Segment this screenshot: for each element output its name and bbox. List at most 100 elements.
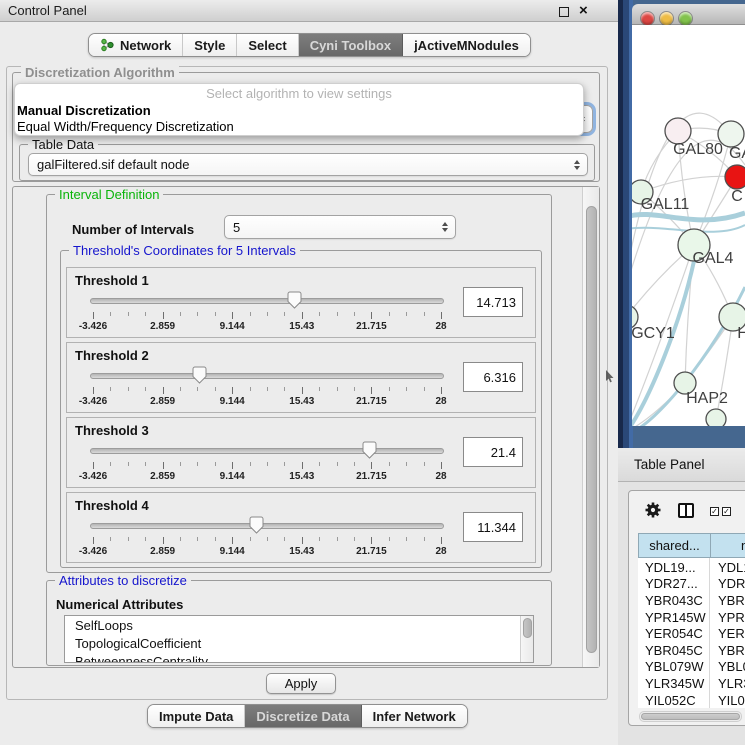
tab-select[interactable]: Select [236, 34, 297, 56]
tick [180, 537, 181, 541]
tick [93, 537, 94, 544]
tick [145, 312, 146, 316]
slider-thumb[interactable] [192, 366, 207, 387]
dropdown-option-manual-discretization[interactable]: Manual Discretization [15, 103, 583, 119]
tick [284, 462, 285, 466]
tick [389, 537, 390, 541]
number-of-intervals-select[interactable]: 5 [224, 215, 456, 239]
tab-network[interactable]: Network [89, 34, 182, 56]
slider-thumb[interactable] [362, 441, 377, 462]
threshold-coordinates-title: Threshold's Coordinates for 5 Intervals [69, 243, 300, 258]
tick [441, 462, 442, 469]
table-row-ypr145w[interactable]: YPR145WYPR1 [638, 609, 745, 626]
column-visibility-checkboxes-icon[interactable]: ✓✓ [710, 507, 731, 516]
split-columns-icon[interactable] [678, 503, 694, 518]
network-node-c[interactable] [725, 165, 745, 189]
float-window-icon[interactable] [559, 7, 569, 17]
attribute-item-betweennesscentrality[interactable]: BetweennessCentrality [65, 652, 533, 663]
table-row-ybr045c[interactable]: YBR045CYBR0 [638, 642, 745, 659]
table-hscrollbar[interactable] [639, 711, 742, 722]
tick [441, 537, 442, 544]
tick [406, 537, 407, 541]
threshold-value-field[interactable]: 21.4 [463, 437, 523, 467]
tick [284, 387, 285, 391]
combo-arrows-icon [574, 160, 580, 170]
tab-cyni-toolbox[interactable]: Cyni Toolbox [298, 34, 402, 56]
network-window-titlebar[interactable] [632, 4, 745, 25]
dropdown-options: Manual DiscretizationEqual Width/Frequen… [15, 103, 583, 135]
node-label-hap2: HAP2 [686, 390, 728, 407]
table-data-group: Table Data galFiltered.sif default node [19, 144, 595, 181]
tick [406, 387, 407, 391]
table-hscrollbar-thumb[interactable] [641, 713, 740, 720]
tick [354, 387, 355, 391]
table-row-ybl079w[interactable]: YBL079WYBL0 [638, 659, 745, 676]
tick [250, 462, 251, 466]
tick [302, 387, 303, 394]
tick-label: 9.144 [220, 321, 245, 332]
cell-shared-name: YDR27... [638, 576, 710, 591]
attributes-scrollbar[interactable] [520, 616, 533, 662]
tick [424, 387, 425, 391]
dropdown-option-equal-width-frequency-discretization[interactable]: Equal Width/Frequency Discretization [15, 119, 583, 135]
gear-icon[interactable] [644, 501, 662, 519]
column-header-shared-name[interactable]: shared... [638, 533, 711, 558]
tick [215, 387, 216, 391]
mac-zoom-icon[interactable] [679, 12, 692, 25]
table-row-ydl19-[interactable]: YDL19...YDL1 [638, 559, 745, 576]
table-row-yer054c[interactable]: YER054CYER0 [638, 625, 745, 642]
tab-infer-network[interactable]: Infer Network [361, 705, 467, 727]
slider-thumb[interactable] [249, 516, 264, 537]
tick [424, 537, 425, 541]
screen: Control Panel × NetworkStyleSelectCyni T… [0, 0, 745, 745]
main-scrollbar-thumb[interactable] [586, 206, 597, 653]
attributes-scrollbar-thumb[interactable] [523, 618, 532, 638]
tab-label: Style [194, 38, 225, 53]
numerical-attributes-label: Numerical Attributes [56, 597, 183, 612]
tick [302, 462, 303, 469]
column-header-name[interactable]: n... [710, 533, 745, 558]
threshold-value-field[interactable]: 11.344 [463, 512, 523, 542]
main-scrollbar[interactable] [582, 187, 599, 667]
node-label-gal80: GAL80 [673, 141, 723, 158]
tab-jactivemnodules[interactable]: jActiveMNodules [402, 34, 530, 56]
tab-impute-data[interactable]: Impute Data [148, 705, 244, 727]
threshold-value-field[interactable]: 6.316 [463, 362, 523, 392]
tick [302, 537, 303, 544]
attribute-item-topologicalcoefficient[interactable]: TopologicalCoefficient [65, 634, 533, 652]
threshold-value-field[interactable]: 14.713 [463, 287, 523, 317]
combo-arrows-icon [442, 222, 448, 232]
mac-close-icon[interactable] [641, 12, 654, 25]
network-node[interactable] [706, 409, 726, 426]
tick [128, 387, 129, 391]
top-tabs: Network Style SelectCyni ToolboxjActiveMNo… [88, 33, 531, 57]
table-row-ybr043c[interactable]: YBR043CYBR0 [638, 592, 745, 609]
close-icon[interactable]: × [579, 2, 588, 19]
attribute-item-selfloops[interactable]: SelfLoops [65, 616, 533, 634]
tick-label: 21.715 [356, 546, 387, 557]
slider-thumb[interactable] [287, 291, 302, 312]
table-data-title: Table Data [28, 137, 98, 152]
apply-button[interactable]: Apply [266, 673, 336, 694]
tab-discretize-data[interactable]: Discretize Data [244, 705, 360, 727]
tick [406, 462, 407, 466]
table-row-ylr345w[interactable]: YLR345WYLR3 [638, 675, 745, 692]
node-label-h: H [737, 325, 745, 342]
slider-track[interactable] [90, 298, 444, 304]
tick [406, 312, 407, 316]
slider-track[interactable] [90, 448, 444, 454]
dropdown-hint: Select algorithm to view settings [15, 86, 583, 103]
network-edge [641, 176, 737, 192]
tab-style[interactable]: Style [182, 34, 236, 56]
mac-minimize-icon[interactable] [660, 12, 673, 25]
slider-track[interactable] [90, 373, 444, 379]
table-row-yil052c[interactable]: YIL052CYIL0 [638, 692, 745, 709]
slider-track[interactable] [90, 523, 444, 529]
network-canvas[interactable]: GAL80GALCGAL11GAL4GCY1HHAP2 [632, 25, 745, 426]
table-data-select[interactable]: galFiltered.sif default node [28, 153, 588, 176]
table-row-ydr27-[interactable]: YDR27...YDR2 [638, 576, 745, 593]
network-icon [100, 38, 115, 52]
cell-name: YIL0 [710, 693, 745, 708]
tick [337, 312, 338, 316]
tick [319, 387, 320, 391]
